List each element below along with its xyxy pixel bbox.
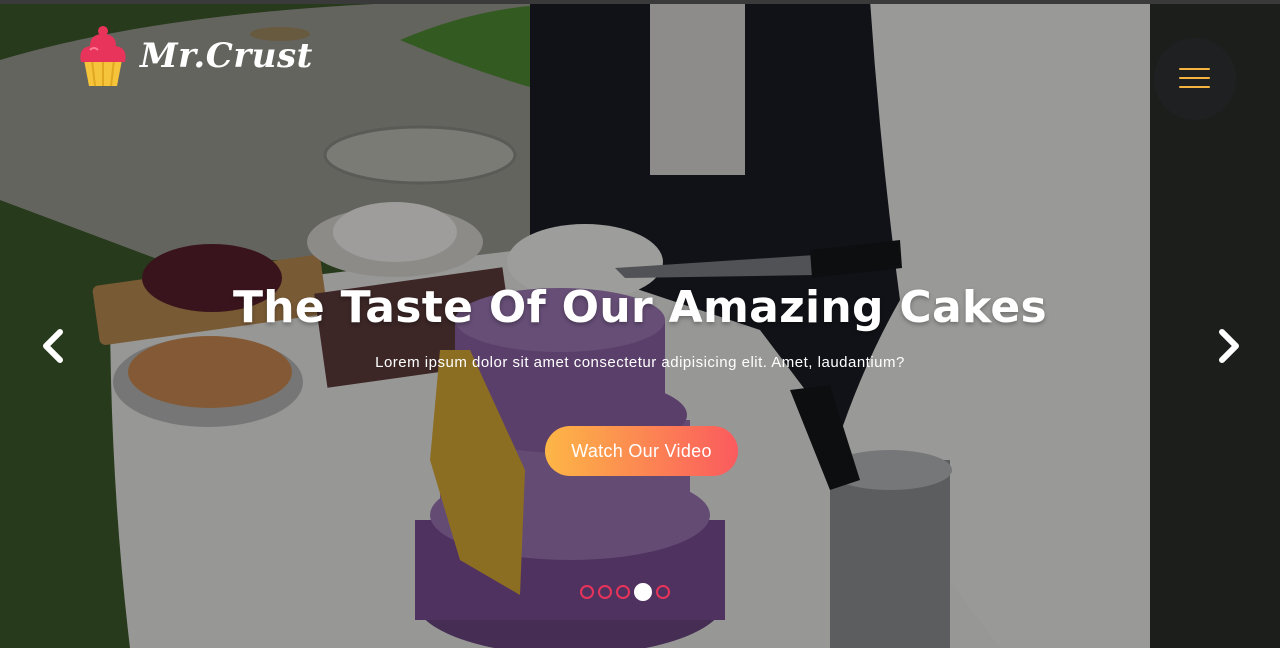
top-divider	[0, 0, 1280, 4]
slide-dot-2[interactable]	[598, 585, 612, 599]
hamburger-menu-icon	[1179, 77, 1210, 79]
brand-logo[interactable]: Mr.Crust	[76, 24, 313, 88]
slide-subtitle: Lorem ipsum dolor sit amet consectetur a…	[375, 354, 905, 371]
hamburger-menu-icon	[1179, 68, 1210, 70]
slider-pagination	[580, 583, 670, 601]
hamburger-menu-icon	[1179, 86, 1210, 88]
slide-dot-3[interactable]	[616, 585, 630, 599]
slide-dot-4-active[interactable]	[634, 583, 652, 601]
slide-dot-5[interactable]	[656, 585, 670, 599]
slide-dot-1[interactable]	[580, 585, 594, 599]
slide-title: The Taste Of Our Amazing Cakes	[232, 282, 1048, 333]
watch-video-button[interactable]: Watch Our Video	[545, 426, 738, 476]
hamburger-menu-button[interactable]	[1154, 38, 1236, 120]
hero-slider: Mr.Crust The Taste Of Our Amazing Cakes …	[0, 0, 1280, 648]
brand-name: Mr.Crust	[140, 36, 313, 76]
cupcake-icon	[80, 26, 126, 87]
